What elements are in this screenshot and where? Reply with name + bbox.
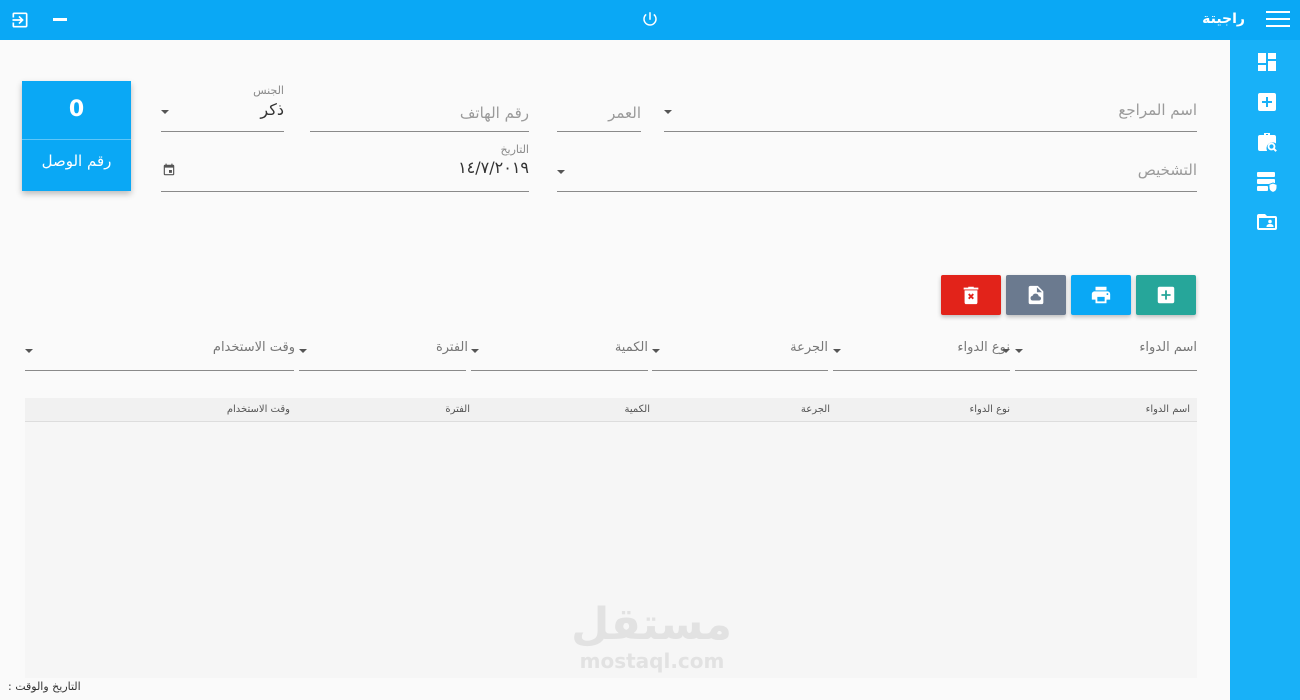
sidebar-item-folder[interactable] bbox=[1255, 210, 1279, 234]
minimize-button[interactable] bbox=[53, 18, 67, 21]
print-icon bbox=[1091, 286, 1111, 304]
sidebar-item-server[interactable] bbox=[1255, 170, 1279, 194]
sidebar-item-dashboard[interactable] bbox=[1255, 50, 1279, 74]
watermark: مستقل mostaql.com bbox=[571, 599, 732, 673]
app-title: راجيتة bbox=[1202, 11, 1245, 27]
calendar-icon[interactable] bbox=[162, 163, 176, 177]
col-medicine-type[interactable]: نوع الدواء bbox=[970, 404, 1010, 415]
col-medicine-name[interactable]: اسم الدواء bbox=[1146, 404, 1190, 415]
date-value: ١٤/٧/٢٠١٩ bbox=[458, 158, 529, 177]
receipt-number-card: 0 رقم الوصل bbox=[22, 81, 131, 191]
chevron-down-icon bbox=[161, 110, 169, 114]
date-label: التاريخ bbox=[500, 143, 529, 156]
file-cloud-icon bbox=[1028, 285, 1044, 305]
usage-time-label: وقت الاستخدام bbox=[212, 340, 295, 355]
col-usage-time[interactable]: وقت الاستخدام bbox=[227, 404, 290, 415]
title-bar: راجيتة bbox=[0, 0, 1300, 40]
print-button[interactable] bbox=[1071, 275, 1131, 315]
phone-placeholder: رقم الهاتف bbox=[459, 104, 529, 122]
power-button[interactable] bbox=[641, 10, 659, 28]
chevron-down-icon bbox=[652, 349, 660, 353]
menu-button[interactable] bbox=[1266, 11, 1290, 29]
age-placeholder: العمر bbox=[608, 104, 641, 122]
chevron-down-icon bbox=[471, 349, 479, 353]
chevron-down-icon bbox=[557, 170, 565, 174]
watermark-latin: mostaql.com bbox=[579, 649, 725, 673]
col-dose[interactable]: الجرعة bbox=[801, 404, 830, 415]
dose-label: الجرعة bbox=[790, 340, 828, 355]
save-file-button[interactable] bbox=[1006, 275, 1066, 315]
watermark-arabic: مستقل bbox=[571, 599, 732, 650]
chevron-down-icon bbox=[1002, 349, 1010, 353]
col-period[interactable]: الفترة bbox=[445, 404, 470, 415]
add-button[interactable] bbox=[1136, 275, 1196, 315]
server-shield-icon bbox=[1257, 172, 1278, 194]
medicine-name-label: اسم الدواء bbox=[1139, 340, 1197, 355]
dashboard-icon bbox=[1258, 53, 1276, 71]
chevron-down-icon bbox=[299, 349, 307, 353]
period-label: الفترة bbox=[435, 340, 468, 355]
medicine-table-header: اسم الدواء نوع الدواء الجرعة الكمية الفت… bbox=[25, 398, 1197, 422]
gender-value: ذكر bbox=[260, 100, 284, 119]
diagnosis-placeholder: التشخيص bbox=[1137, 161, 1197, 179]
medical-bag-search-icon bbox=[1258, 133, 1277, 152]
delete-button[interactable] bbox=[941, 275, 1001, 315]
col-quantity[interactable]: الكمية bbox=[624, 404, 650, 415]
gender-label: الجنس bbox=[253, 84, 284, 97]
delete-icon bbox=[963, 286, 979, 305]
chevron-down-icon bbox=[25, 349, 33, 353]
chevron-down-icon bbox=[833, 349, 841, 353]
chevron-down-icon bbox=[664, 110, 672, 114]
chevron-down-icon bbox=[1015, 349, 1023, 353]
power-icon bbox=[643, 12, 657, 26]
exit-button[interactable] bbox=[10, 10, 30, 30]
receipt-number-label: رقم الوصل bbox=[41, 152, 112, 170]
receipt-number-value: 0 bbox=[68, 97, 85, 122]
exit-icon bbox=[12, 12, 28, 28]
sidebar bbox=[1230, 40, 1300, 700]
patient-name-placeholder: اسم المراجع bbox=[1118, 101, 1197, 119]
add-box-icon bbox=[1157, 286, 1175, 304]
sidebar-item-search[interactable] bbox=[1255, 130, 1279, 154]
add-box-icon bbox=[1258, 93, 1276, 111]
datetime-status: التاريخ والوقت : bbox=[8, 680, 81, 693]
folder-user-icon bbox=[1257, 214, 1277, 230]
sidebar-item-add[interactable] bbox=[1255, 90, 1279, 114]
quantity-label: الكمية bbox=[614, 340, 648, 355]
menu-icon bbox=[1266, 11, 1290, 13]
